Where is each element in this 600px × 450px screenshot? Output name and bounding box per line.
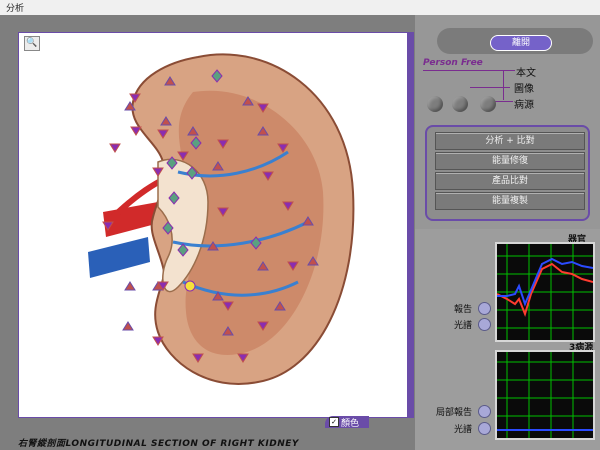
organ-chart-plot <box>496 244 594 340</box>
anatomy-canvas[interactable] <box>18 32 414 418</box>
report-label: 報告 <box>454 305 473 315</box>
checkbox-icon[interactable]: ✓ <box>329 417 339 427</box>
option-text[interactable]: 本文 <box>516 64 536 79</box>
image-caption: 右腎縱剖面LONGITUDINAL SECTION OF RIGHT KIDNE… <box>18 439 299 449</box>
report-button[interactable] <box>478 302 491 315</box>
organ-chart <box>495 242 595 342</box>
option-image[interactable]: 圖像 <box>514 80 534 95</box>
spectrum-label-2: 光譜 <box>454 425 473 435</box>
connector-line <box>503 70 515 71</box>
leave-button[interactable]: 離開 <box>490 35 552 51</box>
pathogen-chart <box>495 350 595 440</box>
brand-name: Person Free <box>423 58 483 68</box>
local-report-button[interactable] <box>478 405 491 418</box>
connector-line <box>470 87 510 88</box>
text-toggle-button[interactable] <box>427 96 443 112</box>
option-pathogen[interactable]: 病源 <box>514 96 534 111</box>
window-title: 分析 <box>6 4 25 14</box>
magnifier-icon[interactable]: 🔍 <box>24 36 40 51</box>
pathogen-toggle-button[interactable] <box>480 96 496 112</box>
connector-line <box>495 101 513 102</box>
spectrum-button[interactable] <box>478 318 491 331</box>
title-bar: 分析 <box>0 0 600 16</box>
kidney-illustration <box>88 53 355 385</box>
pathogen-chart-plot <box>497 352 593 438</box>
product-compare-button[interactable]: 產品比對 <box>435 172 585 190</box>
spectrum-button-2[interactable] <box>478 422 491 435</box>
analyze-compare-button[interactable]: 分析 + 比對 <box>435 132 585 150</box>
image-toggle-button[interactable] <box>452 96 468 112</box>
color-toggle-label: 顏色 <box>341 418 360 429</box>
energy-copy-button[interactable]: 能量複製 <box>435 192 585 210</box>
connector-line <box>503 70 504 100</box>
energy-repair-button[interactable]: 能量修復 <box>435 152 585 170</box>
brand-underline <box>423 70 513 71</box>
local-report-label: 局部報告 <box>436 408 473 418</box>
spectrum-label: 光譜 <box>454 321 473 331</box>
color-toggle[interactable]: ✓ 顏色 <box>325 416 369 429</box>
